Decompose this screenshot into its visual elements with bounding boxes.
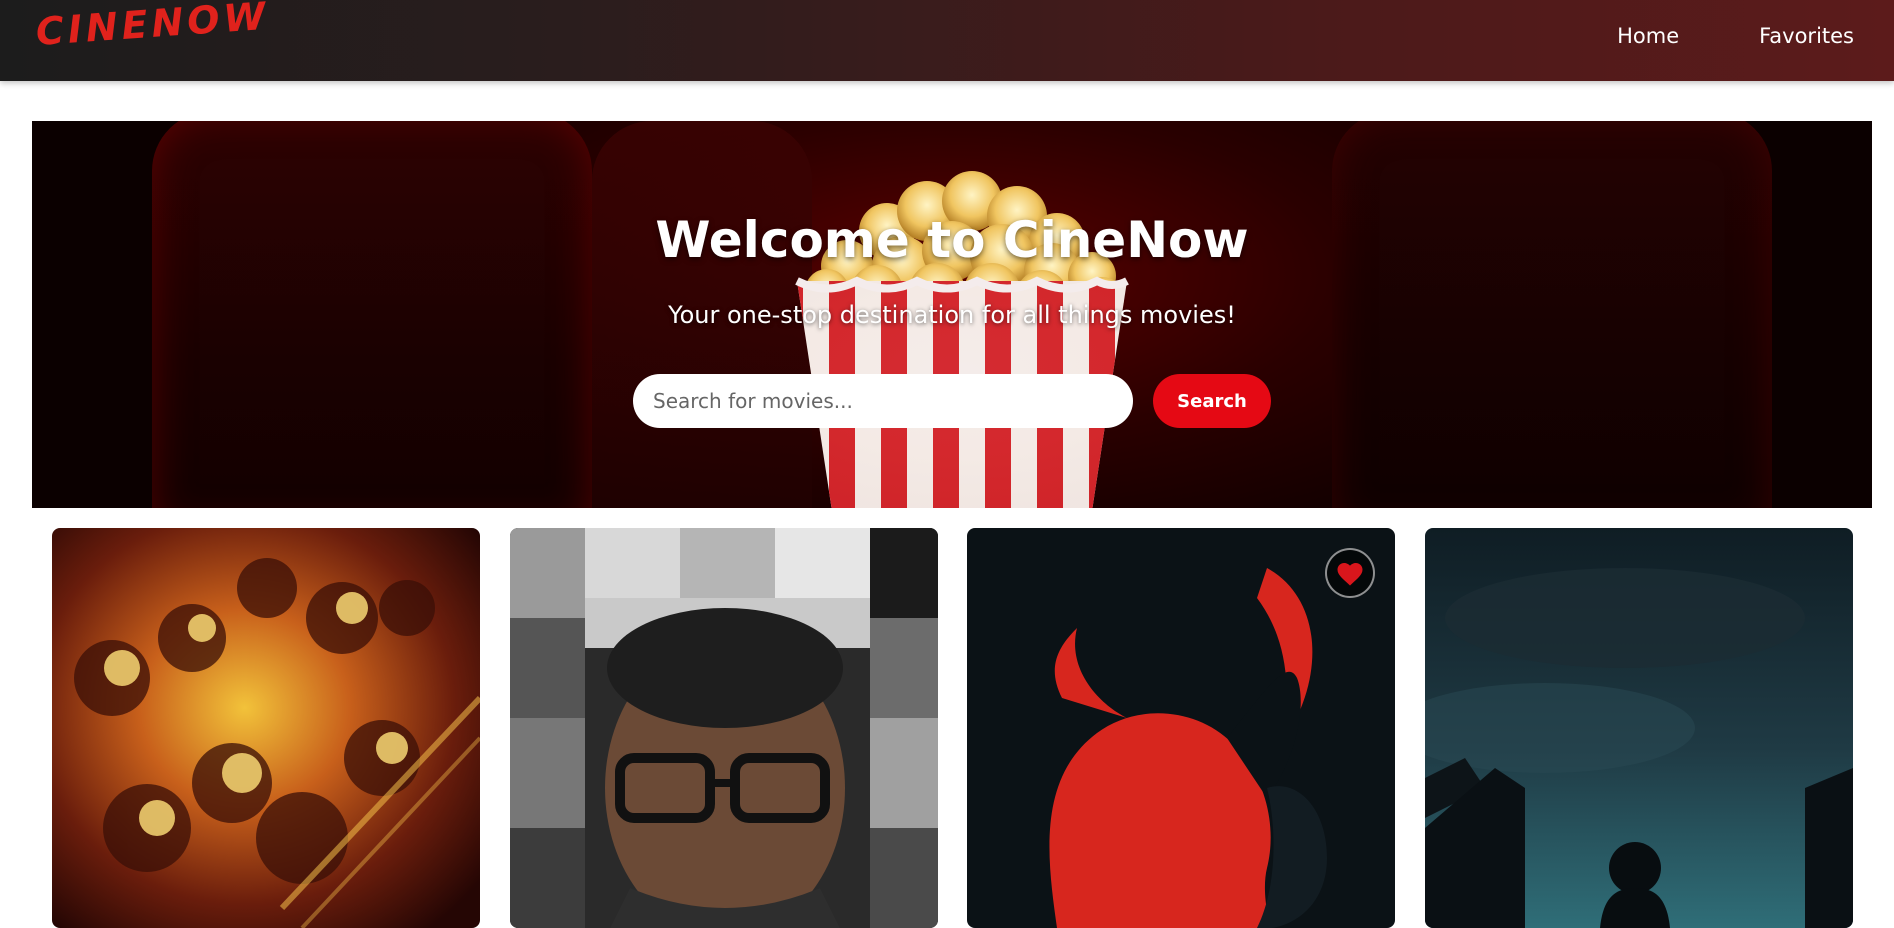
site-logo[interactable]: CINENOW	[34, 0, 270, 54]
main-nav: Home Favorites	[1617, 0, 1854, 72]
movie-card[interactable]	[510, 528, 938, 928]
movie-card[interactable]	[967, 528, 1395, 928]
nav-favorites-link[interactable]: Favorites	[1759, 24, 1854, 48]
hero-title: Welcome to CineNow	[655, 211, 1249, 269]
dark-sky-poster	[1425, 528, 1853, 928]
nav-home-link[interactable]: Home	[1617, 24, 1679, 48]
movie-grid	[0, 528, 1894, 928]
favorite-button[interactable]	[1325, 548, 1375, 598]
hero-subtitle: Your one-stop destination for all things…	[668, 301, 1236, 329]
top-navbar: CINENOW Home Favorites	[0, 0, 1894, 81]
hero-banner: Welcome to CineNow Your one-stop destina…	[32, 121, 1872, 508]
search-input[interactable]	[633, 374, 1133, 428]
movie-card[interactable]	[1425, 528, 1853, 928]
collage-poster	[510, 528, 938, 928]
search-button[interactable]: Search	[1153, 374, 1271, 428]
movie-card[interactable]	[52, 528, 480, 928]
anime-poster	[52, 528, 480, 928]
heart-icon	[1337, 563, 1363, 586]
